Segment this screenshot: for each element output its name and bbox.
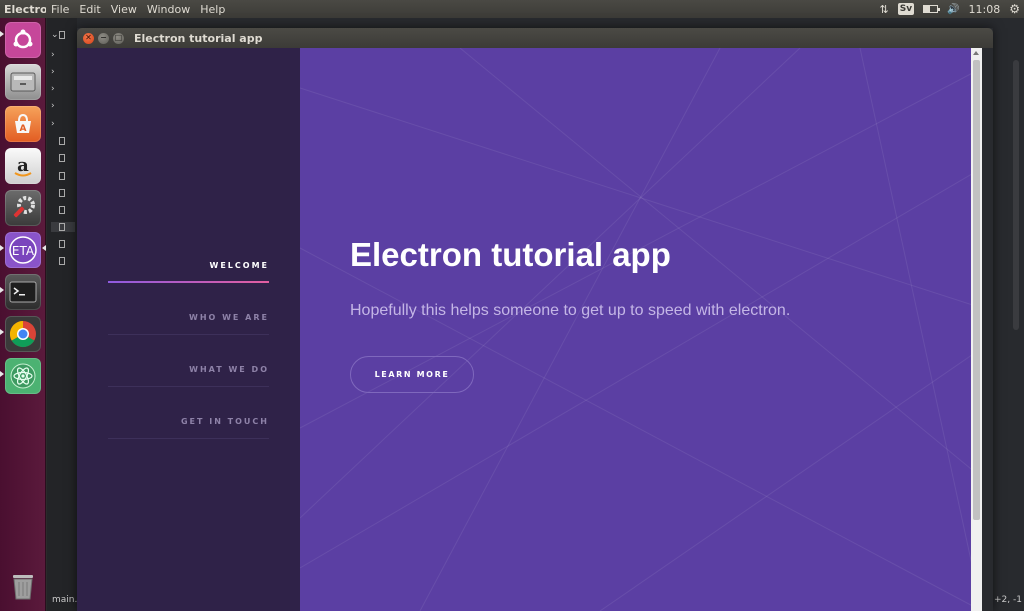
window-titlebar[interactable]: ✕ − □ Electron tutorial app <box>77 28 993 48</box>
clock[interactable]: 11:08 <box>969 3 1001 16</box>
tree-folder-row[interactable]: › <box>51 84 75 94</box>
scrollbar-thumb[interactable] <box>973 60 980 520</box>
tree-file-row[interactable] <box>51 153 75 163</box>
menu-file[interactable]: File <box>51 3 69 16</box>
tree-folder-row[interactable]: › <box>51 119 75 129</box>
atom-icon[interactable] <box>5 358 41 394</box>
file-tree[interactable]: ⌄ › › › › › <box>47 18 77 611</box>
top-panel: Electron File Edit View Window Help ⇅ Sv… <box>0 0 1024 18</box>
tree-file-row[interactable] <box>51 256 75 266</box>
scroll-up-icon[interactable] <box>973 51 979 55</box>
nav-get-in-touch[interactable]: GET IN TOUCH <box>108 387 269 439</box>
menu-view[interactable]: View <box>111 3 137 16</box>
hero-title: Electron tutorial app <box>350 236 671 273</box>
active-app-name: Electron <box>4 2 46 16</box>
gear-icon[interactable]: ⚙ <box>1009 2 1020 16</box>
tree-folder-row[interactable]: › <box>51 67 75 77</box>
running-indicator <box>0 31 4 37</box>
window-title: Electron tutorial app <box>134 31 263 45</box>
nav-label: GET IN TOUCH <box>180 417 269 426</box>
hero-subtitle: Hopefully this helps someone to get up t… <box>350 302 791 319</box>
nav-label: WHAT WE DO <box>189 365 269 374</box>
nav-what-we-do[interactable]: WHAT WE DO <box>108 335 269 387</box>
running-indicator <box>0 329 4 335</box>
panel-indicators: ⇅ Sv 🔊 11:08 ⚙ <box>880 2 1024 16</box>
chrome-icon[interactable] <box>5 316 41 352</box>
content-scrollbar[interactable] <box>971 48 982 611</box>
close-button[interactable]: ✕ <box>83 32 94 44</box>
tree-file-row[interactable] <box>51 222 75 232</box>
keyboard-layout-indicator[interactable]: Sv <box>897 3 915 15</box>
terminal-icon[interactable] <box>5 274 41 310</box>
hero-section: Electron tutorial app Hopefully this hel… <box>300 48 982 611</box>
menu-edit[interactable]: Edit <box>79 3 100 16</box>
tree-folder-row[interactable]: › <box>51 101 75 111</box>
nav-who-we-are[interactable]: WHO WE ARE <box>108 283 269 335</box>
nav-label: WELCOME <box>209 261 269 270</box>
volume-icon[interactable]: 🔊 <box>947 4 959 15</box>
app-window: ✕ − □ Electron tutorial app WELCOME WHO … <box>77 28 993 611</box>
tree-file-row[interactable] <box>51 136 75 146</box>
system-settings-icon[interactable] <box>5 190 41 226</box>
eta-icon[interactable]: ETA <box>5 232 41 268</box>
running-indicator <box>0 371 4 377</box>
editor-status-diff: +2, -1 <box>994 595 1022 605</box>
tree-file-row[interactable] <box>51 188 75 198</box>
tree-file-row[interactable] <box>51 205 75 215</box>
files-icon[interactable] <box>5 64 41 100</box>
learn-more-button[interactable]: LEARN MORE <box>350 356 474 393</box>
network-icon[interactable]: ⇅ <box>880 3 889 16</box>
tree-folder-row[interactable]: › <box>51 50 75 60</box>
nav-welcome[interactable]: WELCOME <box>108 231 269 283</box>
focused-indicator <box>42 245 46 251</box>
ubuntu-dash-icon[interactable] <box>5 22 41 58</box>
launcher: A a ETA <box>0 18 46 611</box>
trash-icon[interactable] <box>5 568 41 604</box>
eta-icon-label: ETA <box>12 244 35 258</box>
sidebar-nav: WELCOME WHO WE ARE WHAT WE DO GET IN TOU… <box>77 48 300 611</box>
svg-text:A: A <box>20 124 27 134</box>
software-center-icon[interactable]: A <box>5 106 41 142</box>
background-lines <box>300 48 982 611</box>
running-indicator <box>0 287 4 293</box>
battery-icon[interactable] <box>923 5 941 13</box>
svg-text:a: a <box>17 155 29 176</box>
editor-scrollbar[interactable] <box>1013 60 1019 330</box>
maximize-button[interactable]: □ <box>113 32 124 44</box>
menu-help[interactable]: Help <box>200 3 225 16</box>
running-indicator <box>0 245 4 251</box>
tree-folder-row[interactable]: ⌄ <box>51 30 75 40</box>
tree-file-row[interactable] <box>51 239 75 249</box>
tree-file-row[interactable] <box>51 171 75 181</box>
amazon-icon[interactable]: a <box>5 148 41 184</box>
app-content: WELCOME WHO WE ARE WHAT WE DO GET IN TOU… <box>77 48 993 611</box>
nav-label: WHO WE ARE <box>189 313 269 322</box>
minimize-button[interactable]: − <box>98 32 109 44</box>
menu-window[interactable]: Window <box>147 3 190 16</box>
menu-bar: File Edit View Window Help <box>46 3 230 16</box>
